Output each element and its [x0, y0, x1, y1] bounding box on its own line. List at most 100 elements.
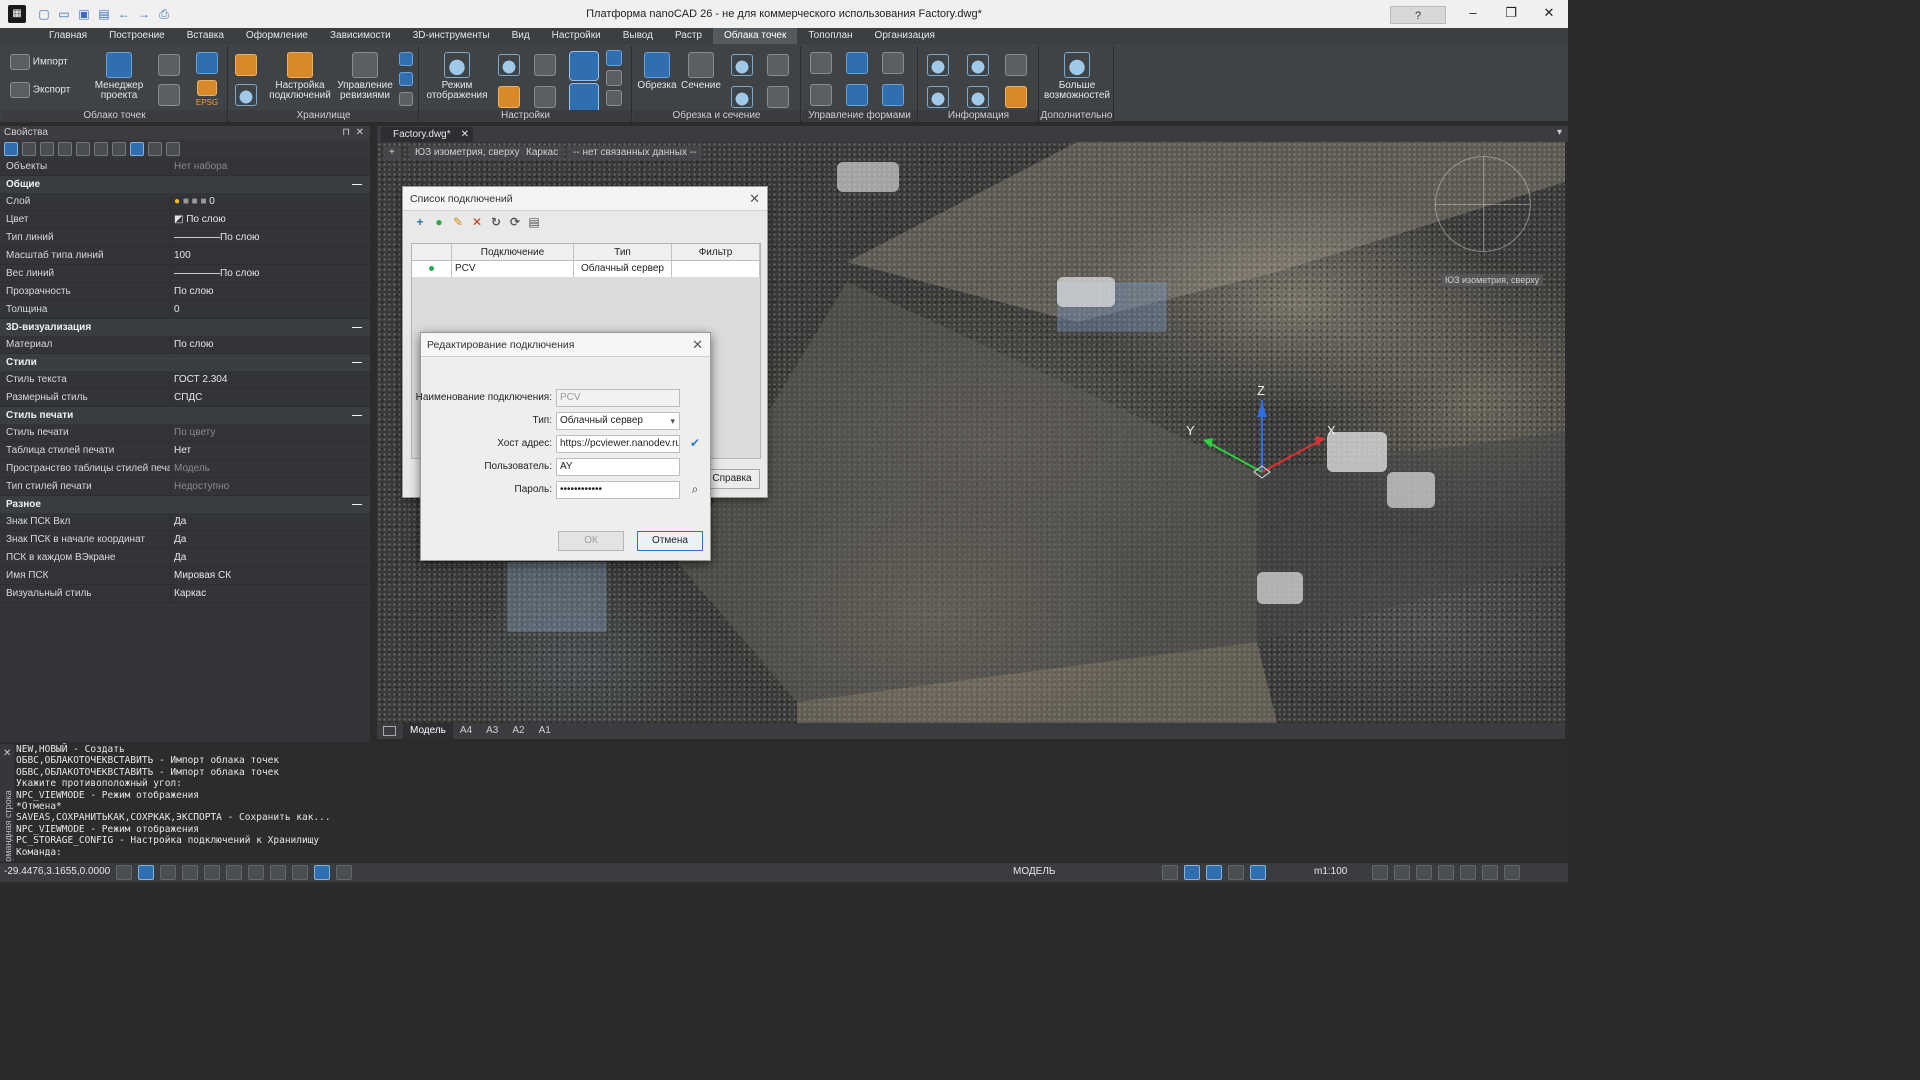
fullscreen-icon[interactable]: [1482, 865, 1498, 880]
snap-magnet-icon-1[interactable]: [569, 51, 599, 81]
viewport-menu-button[interactable]: +: [383, 146, 401, 160]
ortho-icon[interactable]: [182, 865, 198, 880]
menu-build[interactable]: Построение: [98, 28, 176, 44]
edit-connection-close-icon[interactable]: ✕: [692, 333, 703, 357]
pan-icon[interactable]: [1372, 865, 1388, 880]
property-linetype-scale[interactable]: Масштаб типа линий 100: [0, 247, 370, 265]
menu-settings[interactable]: Настройки: [541, 28, 612, 44]
project-manager-button[interactable]: Менеджер проекта: [90, 52, 148, 101]
connection-list-close-icon[interactable]: ✕: [749, 187, 760, 211]
property-color[interactable]: Цвет ◩ По слою: [0, 211, 370, 229]
info-cloud-icon-2[interactable]: [927, 86, 949, 108]
refresh-icon[interactable]: ↻: [489, 215, 503, 229]
ok-button[interactable]: ОК: [558, 531, 624, 551]
tab-a3[interactable]: A3: [479, 723, 505, 739]
command-prompt-input[interactable]: Команда:: [16, 847, 331, 858]
database-icon[interactable]: ▤: [527, 215, 541, 229]
cancel-button[interactable]: Отмена: [637, 531, 703, 551]
property-transparency[interactable]: Прозрачность По слою: [0, 283, 370, 301]
lineweight-toggle-icon[interactable]: [292, 865, 308, 880]
clip-button[interactable]: Обрезка: [635, 52, 679, 91]
storage-arrow-icon-2[interactable]: [399, 72, 413, 86]
help-button[interactable]: Справка: [704, 469, 760, 489]
snap-grid-icon[interactable]: [116, 865, 132, 880]
storage-cloud-icon[interactable]: [235, 84, 257, 106]
property-text-style[interactable]: Стиль текста ГОСТ 2.304: [0, 371, 370, 389]
shape-star-icon-6[interactable]: [882, 84, 904, 106]
revision-management-button[interactable]: Управление ревизиями: [335, 52, 395, 101]
snap-icon[interactable]: [160, 865, 176, 880]
section-misc[interactable]: Разное: [0, 496, 370, 513]
shape-star-icon-3[interactable]: [882, 52, 904, 74]
menu-home[interactable]: Главная: [38, 28, 98, 44]
import-button[interactable]: Импорт: [10, 54, 80, 70]
property-linetype[interactable]: Тип линий По слою: [0, 229, 370, 247]
info-help-icon-1[interactable]: [967, 54, 989, 76]
isolate-icon[interactable]: [1250, 865, 1266, 880]
table-row[interactable]: PCV Облачный сервер: [412, 261, 760, 277]
section-styles[interactable]: Стили: [0, 354, 370, 371]
quick-select-icon[interactable]: [94, 142, 108, 156]
annotation-icon[interactable]: [1162, 865, 1178, 880]
settings-small-icon-3[interactable]: [606, 90, 622, 106]
cloud-tool-icon-1[interactable]: [158, 54, 180, 76]
dynamic-ucs-icon[interactable]: [270, 865, 286, 880]
grid-points-icon[interactable]: [534, 86, 556, 108]
menu-3d-tools[interactable]: 3D-инструменты: [402, 28, 501, 44]
model-space-indicator[interactable]: МОДЕЛЬ: [1013, 866, 1055, 877]
maximize-icon[interactable]: ❐: [1492, 0, 1530, 28]
crossing-select-icon[interactable]: [58, 142, 72, 156]
menu-raster[interactable]: Растр: [664, 28, 713, 44]
coordinate-icon[interactable]: [196, 52, 218, 74]
tab-factory-dwg[interactable]: Factory.dwg* ✕: [381, 127, 473, 142]
property-thickness[interactable]: Толщина 0: [0, 301, 370, 319]
clip-box-icon[interactable]: [767, 54, 789, 76]
annotation-scale[interactable]: m1:100: [1314, 866, 1347, 877]
properties-close-icon[interactable]: ✕: [356, 126, 364, 140]
orbit-icon[interactable]: [1460, 865, 1476, 880]
property-plot-style[interactable]: Стиль печати По цвету: [0, 424, 370, 442]
tab-a2[interactable]: A2: [505, 723, 531, 739]
settings-small-icon-2[interactable]: [606, 70, 622, 86]
property-layer[interactable]: Слой ● ■ ■ ■ 0: [0, 193, 370, 211]
connection-type-select[interactable]: Облачный сервер: [556, 412, 680, 430]
zoom-window-icon[interactable]: [1416, 865, 1432, 880]
column-type[interactable]: Тип: [574, 244, 672, 260]
delete-connection-icon[interactable]: ✕: [470, 215, 484, 229]
storage-upload-icon[interactable]: [235, 54, 257, 76]
storage-arrow-icon-3[interactable]: [399, 92, 413, 106]
clip-cloud-remove-icon[interactable]: [731, 86, 753, 108]
toggle-pickadd-icon[interactable]: [112, 142, 126, 156]
window-select-icon[interactable]: [40, 142, 54, 156]
property-objects[interactable]: Объекты Нет набора: [0, 158, 370, 176]
select-objects-icon[interactable]: [4, 142, 18, 156]
select-mode-icon[interactable]: [1206, 865, 1222, 880]
menu-constraints[interactable]: Зависимости: [319, 28, 402, 44]
storage-arrow-icon-1[interactable]: [399, 52, 413, 66]
tab-a1[interactable]: A1: [532, 723, 558, 739]
polar-icon[interactable]: [204, 865, 220, 880]
activate-connection-icon[interactable]: ●: [432, 215, 446, 229]
cursor-select-icon[interactable]: [130, 142, 144, 156]
property-material[interactable]: Материал По слою: [0, 336, 370, 354]
tab-model[interactable]: Модель: [403, 723, 453, 739]
clip-copy-icon[interactable]: [767, 86, 789, 108]
settings-icon[interactable]: [1504, 865, 1520, 880]
pick-icon[interactable]: [22, 142, 36, 156]
info-help-icon-2[interactable]: [967, 86, 989, 108]
section-button[interactable]: Сечение: [679, 52, 723, 91]
shape-star-icon-1[interactable]: [810, 52, 832, 74]
property-lineweight[interactable]: Вес линий По слою: [0, 265, 370, 283]
linked-data-control[interactable]: -- нет связанных данных --: [567, 146, 703, 160]
property-dim-style[interactable]: Размерный стиль СПДС: [0, 389, 370, 407]
password-field[interactable]: ••••••••••••: [556, 481, 680, 499]
box-icon[interactable]: [534, 54, 556, 76]
clip-cloud-icon[interactable]: [731, 54, 753, 76]
property-visual-style[interactable]: Визуальный стиль Каркас: [0, 585, 370, 603]
connection-settings-button[interactable]: Настройка подключений: [267, 52, 333, 101]
visual-style-control[interactable]: Каркас: [520, 146, 565, 160]
minimize-icon[interactable]: –: [1454, 0, 1492, 28]
osnap-icon[interactable]: [226, 865, 242, 880]
menu-insert[interactable]: Вставка: [176, 28, 235, 44]
property-plot-table-space[interactable]: Пространство таблицы стилей печати Модел…: [0, 460, 370, 478]
